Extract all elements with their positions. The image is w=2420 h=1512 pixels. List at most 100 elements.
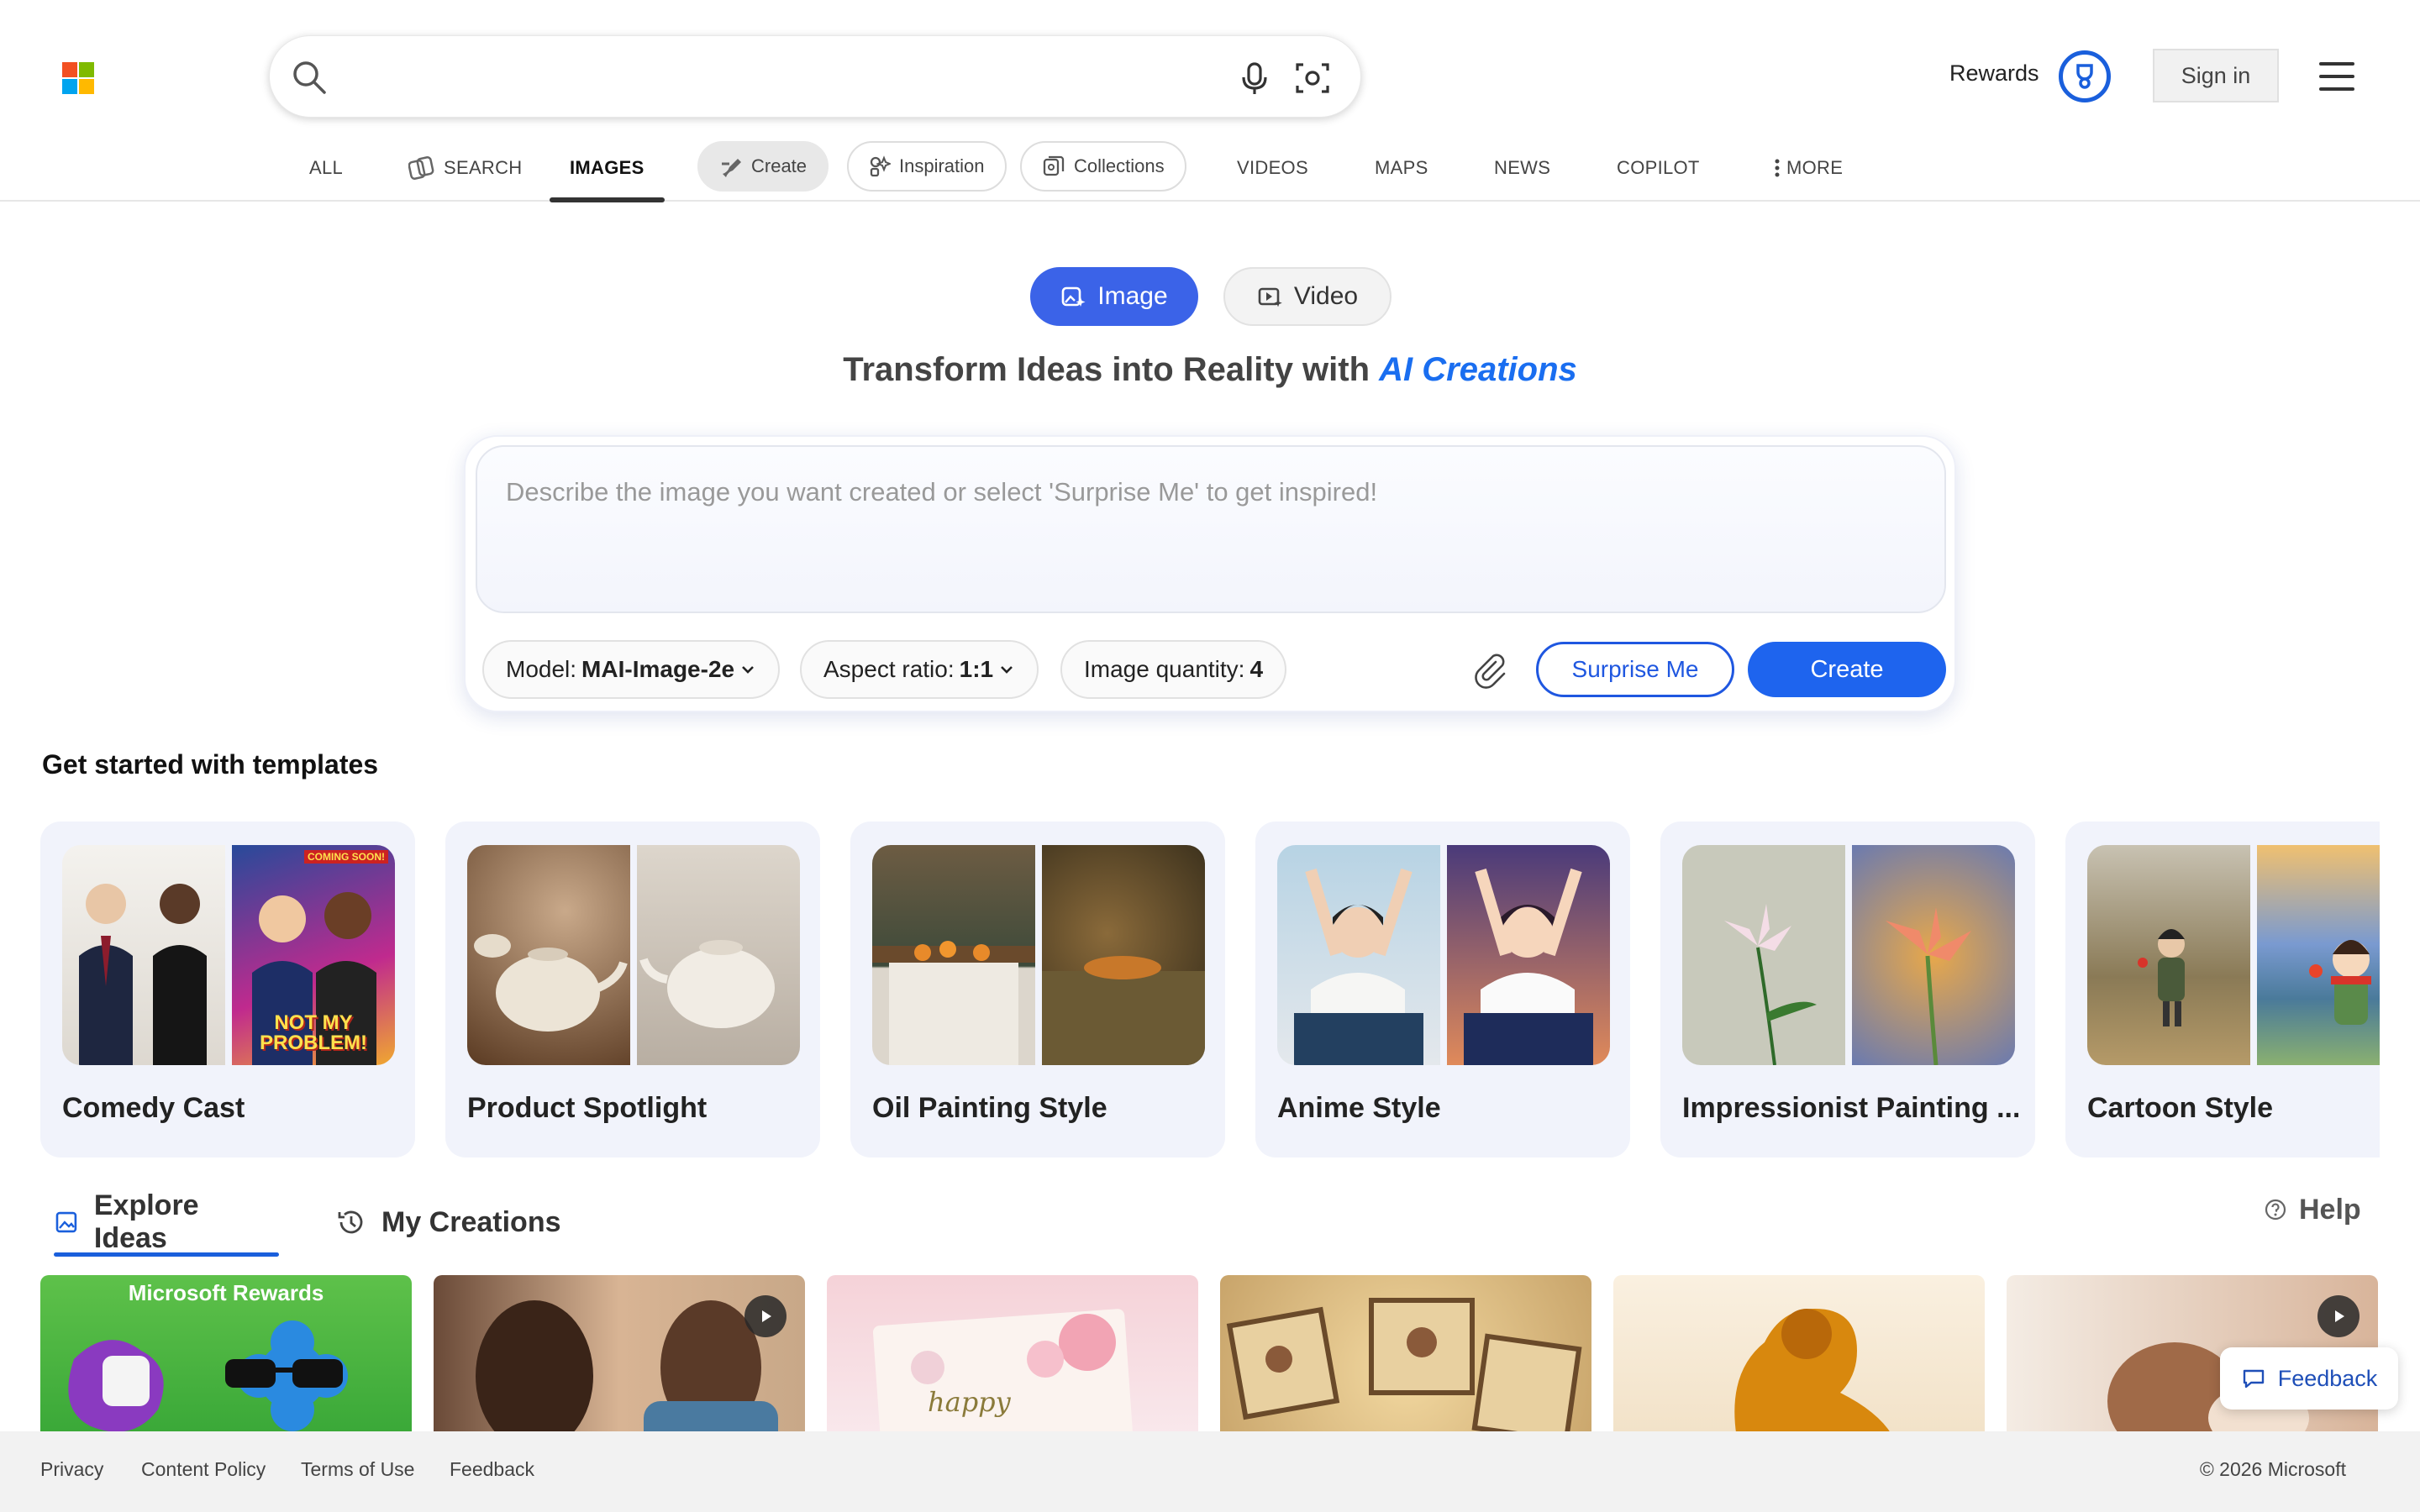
- footer-privacy-link[interactable]: Privacy: [40, 1458, 103, 1481]
- chevron-down-icon: [742, 666, 755, 674]
- tab-collections[interactable]: Collections: [1020, 141, 1186, 192]
- prompt-card: Describe the image you want created or s…: [464, 435, 1956, 712]
- footer-feedback-link[interactable]: Feedback: [450, 1458, 534, 1481]
- tab-images[interactable]: IMAGES: [550, 134, 665, 202]
- surprise-me-button[interactable]: Surprise Me: [1536, 642, 1734, 697]
- play-icon[interactable]: [744, 1295, 786, 1337]
- search-input[interactable]: [345, 53, 1211, 102]
- tab-create-label: Create: [751, 155, 808, 176]
- template-card-cartoon[interactable]: Cartoon Style: [2065, 822, 2380, 1158]
- video-mode-label: Video: [1293, 282, 1359, 310]
- visual-search-icon[interactable]: [1293, 59, 1332, 97]
- help-label: Help: [2299, 1193, 2361, 1226]
- tab-inspiration[interactable]: Inspiration: [847, 141, 1007, 192]
- tab-more-label: MORE: [1786, 157, 1844, 178]
- create-button[interactable]: Create: [1748, 642, 1946, 697]
- explore-card[interactable]: [1613, 1275, 1985, 1435]
- template-label: Product Spotlight: [467, 1092, 708, 1124]
- help-link[interactable]: Help: [2264, 1193, 2361, 1226]
- search-box[interactable]: [269, 35, 1361, 118]
- video-mode-button[interactable]: Video: [1223, 267, 1392, 326]
- tab-create[interactable]: Create: [697, 141, 829, 192]
- model-value: MAI-Image-2e: [581, 656, 735, 682]
- tab-maps[interactable]: MAPS: [1375, 134, 1428, 202]
- model-selector[interactable]: Model: MAI-Image-2e: [482, 640, 781, 699]
- tab-search[interactable]: SEARCH: [408, 134, 523, 202]
- tab-all[interactable]: ALL: [309, 134, 343, 202]
- microphone-icon[interactable]: [1236, 60, 1273, 97]
- template-image-after: [1042, 845, 1205, 1065]
- explore-card[interactable]: happy: [827, 1275, 1198, 1435]
- feedback-label: Feedback: [2277, 1365, 2378, 1391]
- search-icon: [293, 61, 326, 94]
- template-image-before: [1682, 845, 1845, 1065]
- template-label: Impressionist Painting ...: [1682, 1092, 2018, 1124]
- templates-carousel: COMING SOON! NOT MY PROBLEM! Comedy Cast…: [0, 822, 2380, 1158]
- prompt-textarea[interactable]: Describe the image you want created or s…: [476, 445, 1946, 613]
- tab-my-creations[interactable]: My Creations: [336, 1193, 561, 1252]
- template-card-product-spotlight[interactable]: Product Spotlight: [445, 822, 820, 1158]
- footer-copyright: © 2026 Microsoft: [2199, 1458, 2346, 1480]
- template-card-anime[interactable]: Anime Style: [1255, 822, 1630, 1158]
- tab-creations-label: My Creations: [381, 1205, 561, 1238]
- feedback-button[interactable]: Feedback: [2220, 1347, 2398, 1410]
- image-mode-label: Image: [1097, 282, 1168, 310]
- menu-icon[interactable]: [2319, 62, 2354, 91]
- tab-explore-ideas[interactable]: Explore Ideas: [54, 1189, 279, 1257]
- explore-card[interactable]: [1220, 1275, 1591, 1435]
- footer: Privacy Content Policy Terms of Use Feed…: [0, 1431, 2420, 1512]
- explore-card[interactable]: Microsoft Rewards: [40, 1275, 412, 1435]
- explore-card[interactable]: [434, 1275, 805, 1435]
- history-icon: [338, 1210, 363, 1234]
- template-card-impressionist[interactable]: Impressionist Painting ...: [1660, 822, 2035, 1158]
- template-label: Comedy Cast: [62, 1092, 245, 1124]
- rewards-trophy-icon[interactable]: [2059, 50, 2111, 102]
- template-label: Anime Style: [1277, 1092, 1441, 1124]
- video-sparkle-icon: [1258, 287, 1282, 307]
- template-image-before: [872, 845, 1035, 1065]
- page-headline: Transform Ideas into Reality with AI Cre…: [0, 351, 2420, 389]
- model-label: Model:: [506, 656, 577, 682]
- tab-explore-label: Explore Ideas: [93, 1189, 199, 1254]
- template-image-before: [1277, 845, 1440, 1065]
- explore-card-script-text: happy: [928, 1386, 1011, 1418]
- aspect-label: Aspect ratio:: [823, 656, 955, 682]
- template-label: Oil Painting Style: [872, 1092, 1107, 1124]
- tab-more[interactable]: MORE: [1775, 134, 1843, 202]
- attach-icon[interactable]: [1470, 650, 1509, 689]
- tab-copilot[interactable]: COPILOT: [1617, 134, 1700, 202]
- tab-collections-label: Collections: [1074, 155, 1165, 176]
- scope-nav: ALL SEARCH IMAGES Create Inspiration Col…: [0, 134, 2420, 202]
- more-dots-icon: [1775, 159, 1780, 177]
- template-image-after: COMING SOON! NOT MY PROBLEM!: [232, 845, 395, 1065]
- footer-terms-link[interactable]: Terms of Use: [301, 1458, 414, 1481]
- quantity-label: Image quantity:: [1084, 656, 1245, 682]
- image-quantity-selector[interactable]: Image quantity: 4: [1060, 640, 1287, 699]
- templates-title: Get started with templates: [42, 749, 379, 780]
- quantity-value: 4: [1249, 656, 1264, 682]
- rewards-label[interactable]: Rewards: [1949, 60, 2039, 87]
- chevron-down-icon: [1001, 666, 1013, 674]
- headline-prefix: Transform Ideas into Reality with: [843, 351, 1370, 388]
- template-label: Cartoon Style: [2087, 1092, 2274, 1124]
- play-icon[interactable]: [2317, 1295, 2360, 1337]
- prompt-placeholder: Describe the image you want created or s…: [506, 477, 1378, 507]
- poster-title: NOT MY PROBLEM!: [260, 1011, 367, 1054]
- copilot-search-icon: [408, 156, 434, 180]
- template-card-oil-painting[interactable]: Oil Painting Style: [850, 822, 1225, 1158]
- collections-icon: [1043, 155, 1065, 176]
- tab-news[interactable]: NEWS: [1494, 134, 1550, 202]
- image-sparkle-icon: [1061, 286, 1086, 307]
- sign-in-button[interactable]: Sign in: [2153, 49, 2279, 102]
- image-icon: [55, 1211, 77, 1233]
- template-image-after: [1447, 845, 1610, 1065]
- template-card-comedy-cast[interactable]: COMING SOON! NOT MY PROBLEM! Comedy Cast: [40, 822, 415, 1158]
- aspect-ratio-selector[interactable]: Aspect ratio: 1:1: [800, 640, 1039, 699]
- template-image-after: [637, 845, 800, 1065]
- footer-content-policy-link[interactable]: Content Policy: [141, 1458, 266, 1481]
- microsoft-logo[interactable]: [62, 62, 94, 94]
- tab-videos[interactable]: VIDEOS: [1237, 134, 1308, 202]
- image-mode-button[interactable]: Image: [1030, 267, 1198, 326]
- aspect-value: 1:1: [959, 656, 994, 682]
- template-image-before: [467, 845, 630, 1065]
